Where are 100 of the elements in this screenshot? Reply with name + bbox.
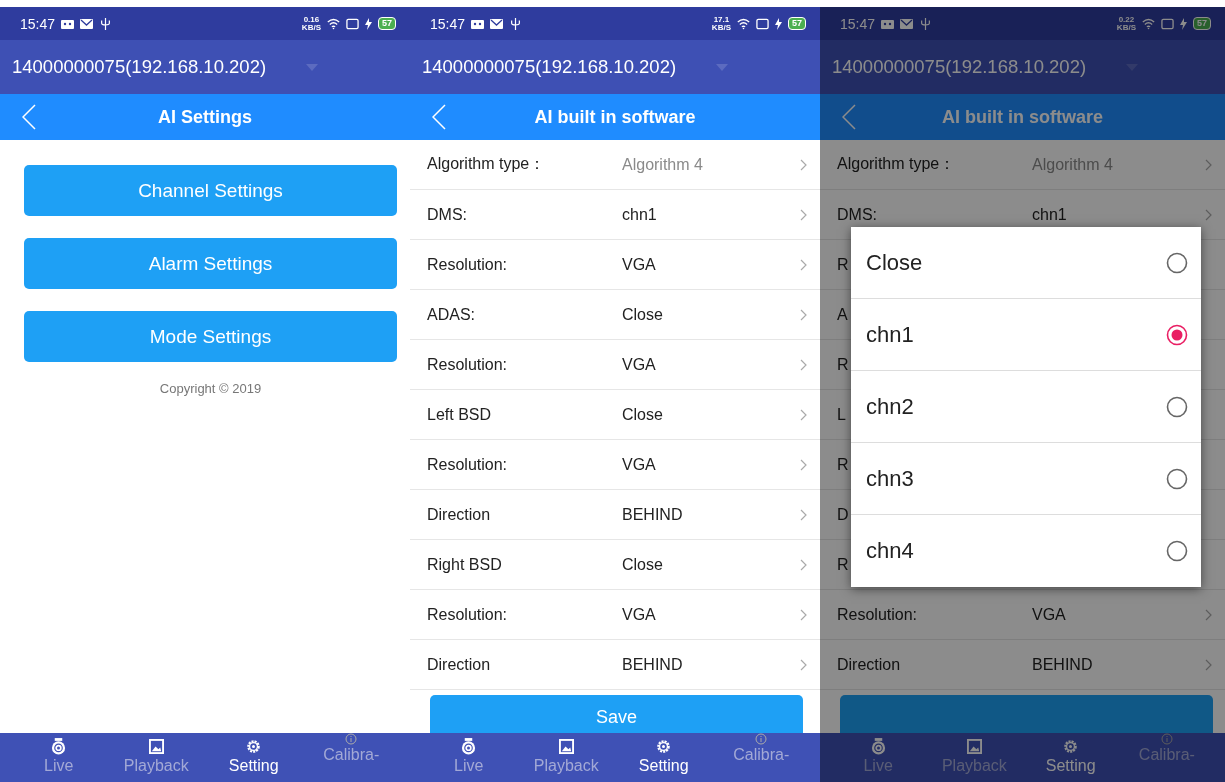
setting-label: Direction: [837, 655, 901, 674]
channel-option[interactable]: Close: [851, 227, 1201, 299]
clock: 15:47: [430, 15, 466, 32]
chevron-right-icon: [800, 658, 807, 671]
back-icon[interactable]: [432, 104, 446, 130]
setting-row[interactable]: Resolution: VGA: [820, 590, 1225, 640]
setting-label: Left BSD: [427, 405, 492, 424]
device-selector[interactable]: 14000000075(192.168.10.202): [410, 40, 820, 94]
chevron-right-icon: [800, 608, 807, 621]
setting-label: R: [837, 555, 849, 574]
chevron-right-icon: [800, 358, 807, 371]
charging-icon: [365, 17, 372, 30]
setting-label: Algorithm type：: [427, 154, 546, 174]
setting-value: VGA: [1032, 605, 1066, 624]
setting-label: Resolution:: [427, 455, 508, 474]
dropdown-caret-icon: [716, 63, 729, 71]
setting-label: Direction: [427, 655, 491, 674]
info-icon: [1160, 733, 1173, 745]
usb-icon: [509, 17, 523, 30]
mail-icon: [490, 17, 504, 30]
setting-value: Close: [622, 555, 663, 574]
battery-indicator: 57: [788, 17, 806, 30]
chevron-right-icon: [800, 258, 807, 271]
back-icon[interactable]: [842, 104, 856, 130]
chevron-right-icon: [800, 308, 807, 321]
dropdown-caret-icon: [306, 63, 319, 71]
radio-button[interactable]: [1166, 540, 1188, 562]
charging-icon: [775, 17, 782, 30]
usb-icon: [919, 17, 933, 30]
nav-tab[interactable]: Setting: [615, 733, 713, 782]
setting-label: ADAS:: [427, 305, 475, 324]
setting-value: BEHIND: [622, 655, 683, 674]
clock: 15:47: [840, 15, 876, 32]
chevron-right-icon: [1205, 208, 1212, 221]
battery-indicator: 57: [1193, 17, 1211, 30]
setting-label: R: [837, 455, 849, 474]
setting-value: VGA: [622, 605, 656, 624]
network-speed: 0.16 KB/S: [301, 15, 321, 32]
mail-icon: [900, 17, 914, 30]
setting-value: BEHIND: [622, 505, 683, 524]
clock: 15:47: [20, 15, 56, 32]
nav-tab[interactable]: Setting: [205, 733, 303, 782]
channel-option[interactable]: chn1: [851, 299, 1201, 371]
usb-icon: [99, 17, 113, 30]
back-icon[interactable]: [22, 104, 36, 130]
image-icon: [148, 738, 164, 755]
network-speed: 17.1 KB/S: [711, 15, 731, 32]
setting-label: R: [837, 355, 849, 374]
gear-icon: [656, 738, 672, 755]
radio-button[interactable]: [1166, 323, 1188, 346]
chevron-right-icon: [800, 408, 807, 421]
radio-button[interactable]: [1166, 395, 1188, 418]
setting-value: Algorithm 4: [622, 155, 703, 174]
chevron-right-icon: [800, 458, 807, 471]
channel-option[interactable]: chn4: [851, 515, 1201, 587]
chevron-right-icon: [800, 158, 807, 171]
battery-indicator: 57: [378, 17, 396, 30]
device-selector[interactable]: 14000000075(192.168.10.202): [820, 40, 1225, 94]
notification-icon: [61, 17, 75, 30]
channel-option[interactable]: chn2: [851, 371, 1201, 443]
setting-row[interactable]: Direction BEHIND: [820, 640, 1225, 690]
notification-icon: [881, 17, 895, 30]
setting-label: DMS:: [837, 205, 877, 224]
device-selector[interactable]: 14000000075(192.168.10.202): [0, 40, 410, 94]
radio-button[interactable]: [1166, 251, 1188, 274]
setting-label: D: [837, 505, 849, 524]
chevron-right-icon: [800, 558, 807, 571]
setting-label: DMS:: [427, 205, 467, 224]
setting-label: R: [837, 255, 849, 274]
setting-label: Resolution:: [837, 605, 918, 624]
camera-icon: [51, 738, 67, 755]
setting-label: Resolution:: [427, 255, 508, 274]
setting-value: Algorithm 4: [1032, 155, 1113, 174]
setting-value: Close: [622, 405, 663, 424]
charging-icon: [1180, 17, 1187, 30]
mail-icon: [80, 17, 94, 30]
screen-icon: [756, 17, 769, 30]
setting-value: BEHIND: [1032, 655, 1093, 674]
camera-icon: [461, 738, 477, 755]
setting-label: L: [837, 405, 846, 424]
chevron-right-icon: [1205, 608, 1212, 621]
screen-title: AI built in software: [533, 106, 697, 128]
network-speed: 0.22 KB/S: [1116, 15, 1136, 32]
nav-tab[interactable]: Setting: [1022, 733, 1119, 782]
setting-value: Close: [622, 305, 663, 324]
radio-button[interactable]: [1166, 467, 1188, 490]
copyright-text: Copyright © 2019: [158, 381, 263, 396]
chevron-right-icon: [800, 208, 807, 221]
gear-icon: [1063, 738, 1079, 755]
setting-label: Direction: [427, 505, 491, 524]
wifi-icon: [737, 17, 750, 30]
screen-title: AI built in software: [941, 106, 1104, 128]
setting-label: Algorithm type：: [837, 154, 956, 174]
screen-icon: [1161, 17, 1174, 30]
channel-option[interactable]: chn3: [851, 443, 1201, 515]
image-icon: [966, 738, 982, 755]
chevron-right-icon: [1205, 658, 1212, 671]
chevron-right-icon: [1205, 158, 1212, 171]
setting-label: Right BSD: [427, 555, 502, 574]
setting-value: VGA: [622, 255, 656, 274]
